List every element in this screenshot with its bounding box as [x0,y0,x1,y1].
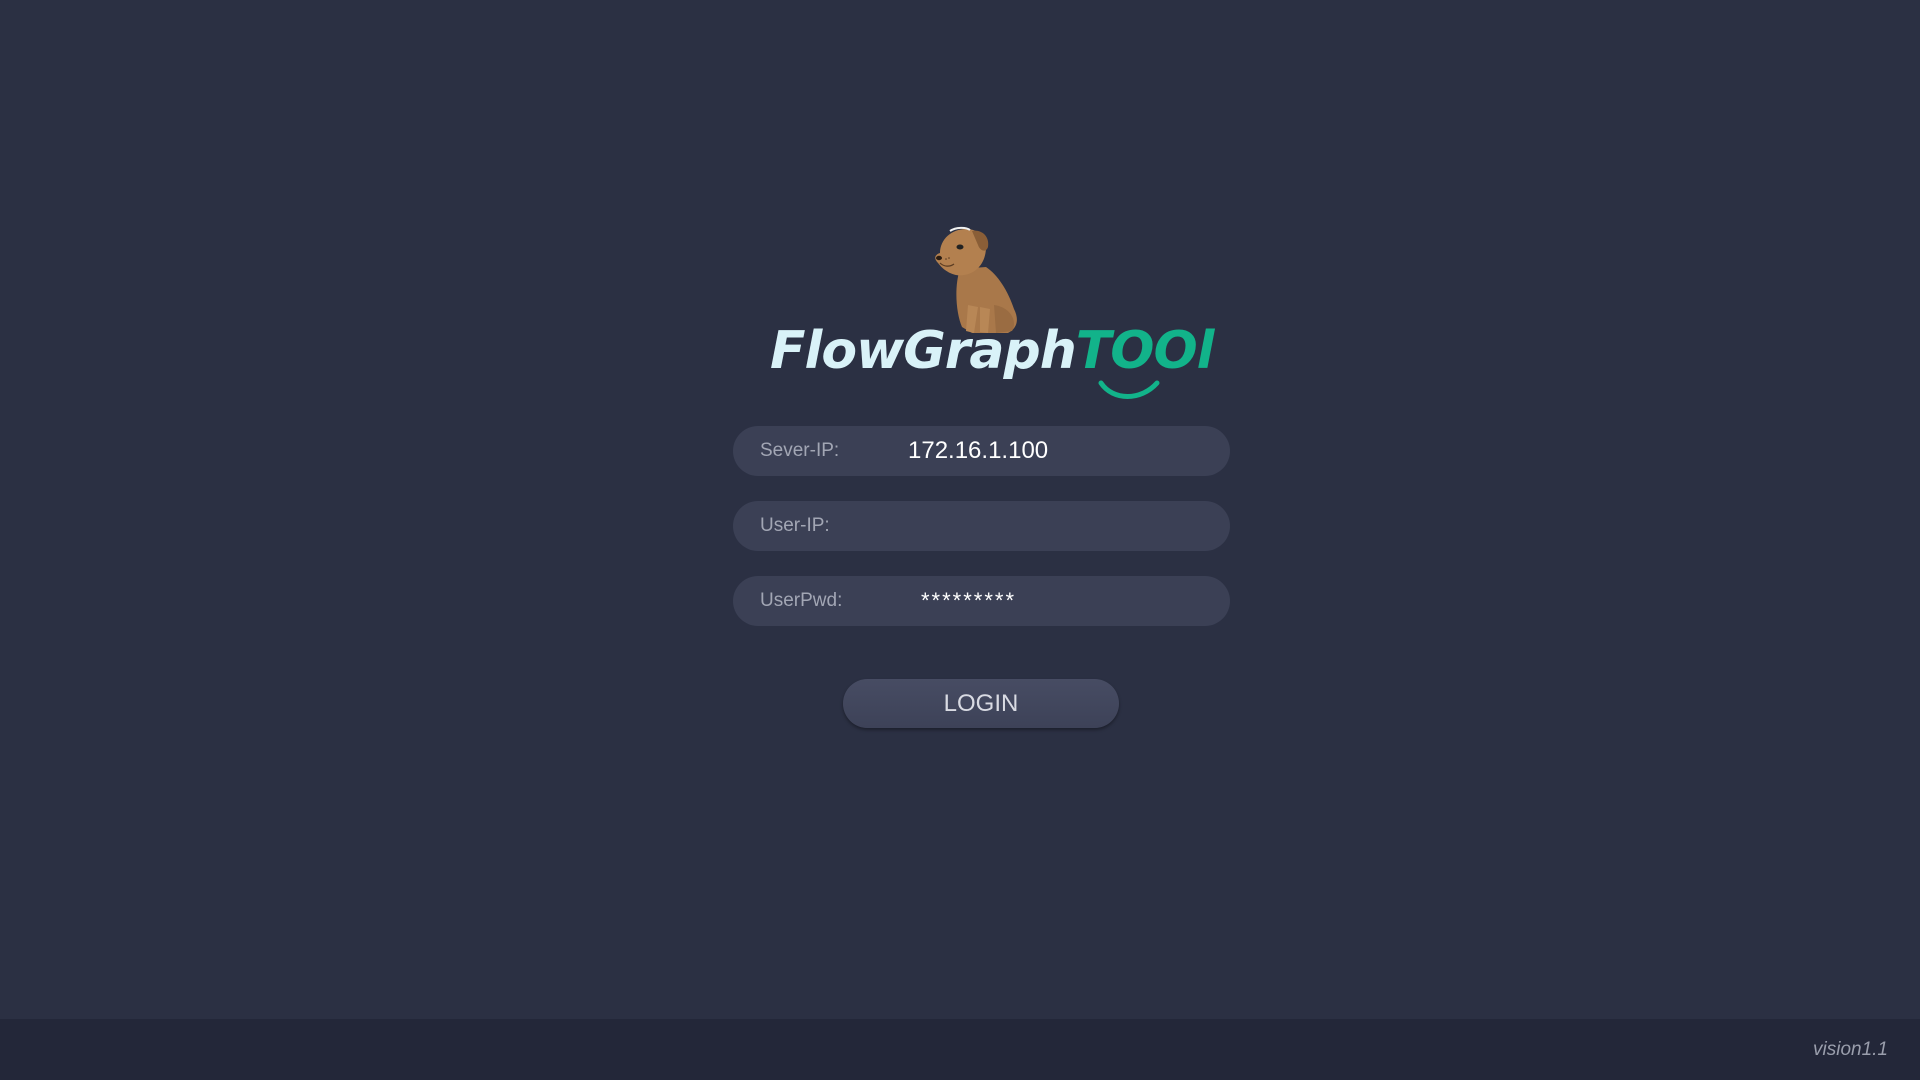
brand-name-primary: FlowGraph [770,321,1077,381]
server-ip-input[interactable] [908,426,1208,476]
version-label: vision1.1 [1813,1039,1888,1060]
server-ip-label: Sever-IP: [760,440,840,461]
footer-bar: vision1.1 [0,1019,1920,1080]
brand-wordmark: FlowGraphTOOl [770,325,1214,377]
app-logo: FlowGraphTOOl [760,225,1214,405]
password-input[interactable] [921,576,1221,626]
smile-icon [1098,380,1160,399]
password-field[interactable]: UserPwd: [733,576,1230,626]
user-ip-label: User-IP: [760,515,830,536]
password-label: UserPwd: [760,590,843,611]
server-ip-field[interactable]: Sever-IP: [733,426,1230,476]
user-ip-field[interactable]: User-IP: [733,501,1230,551]
login-button[interactable]: LOGIN [843,679,1119,728]
user-ip-input[interactable] [908,501,1208,551]
brand-name-accent: TOOl [1075,321,1215,381]
login-page: FlowGraphTOOl Sever-IP: User-IP: UserPwd… [0,0,1920,1080]
